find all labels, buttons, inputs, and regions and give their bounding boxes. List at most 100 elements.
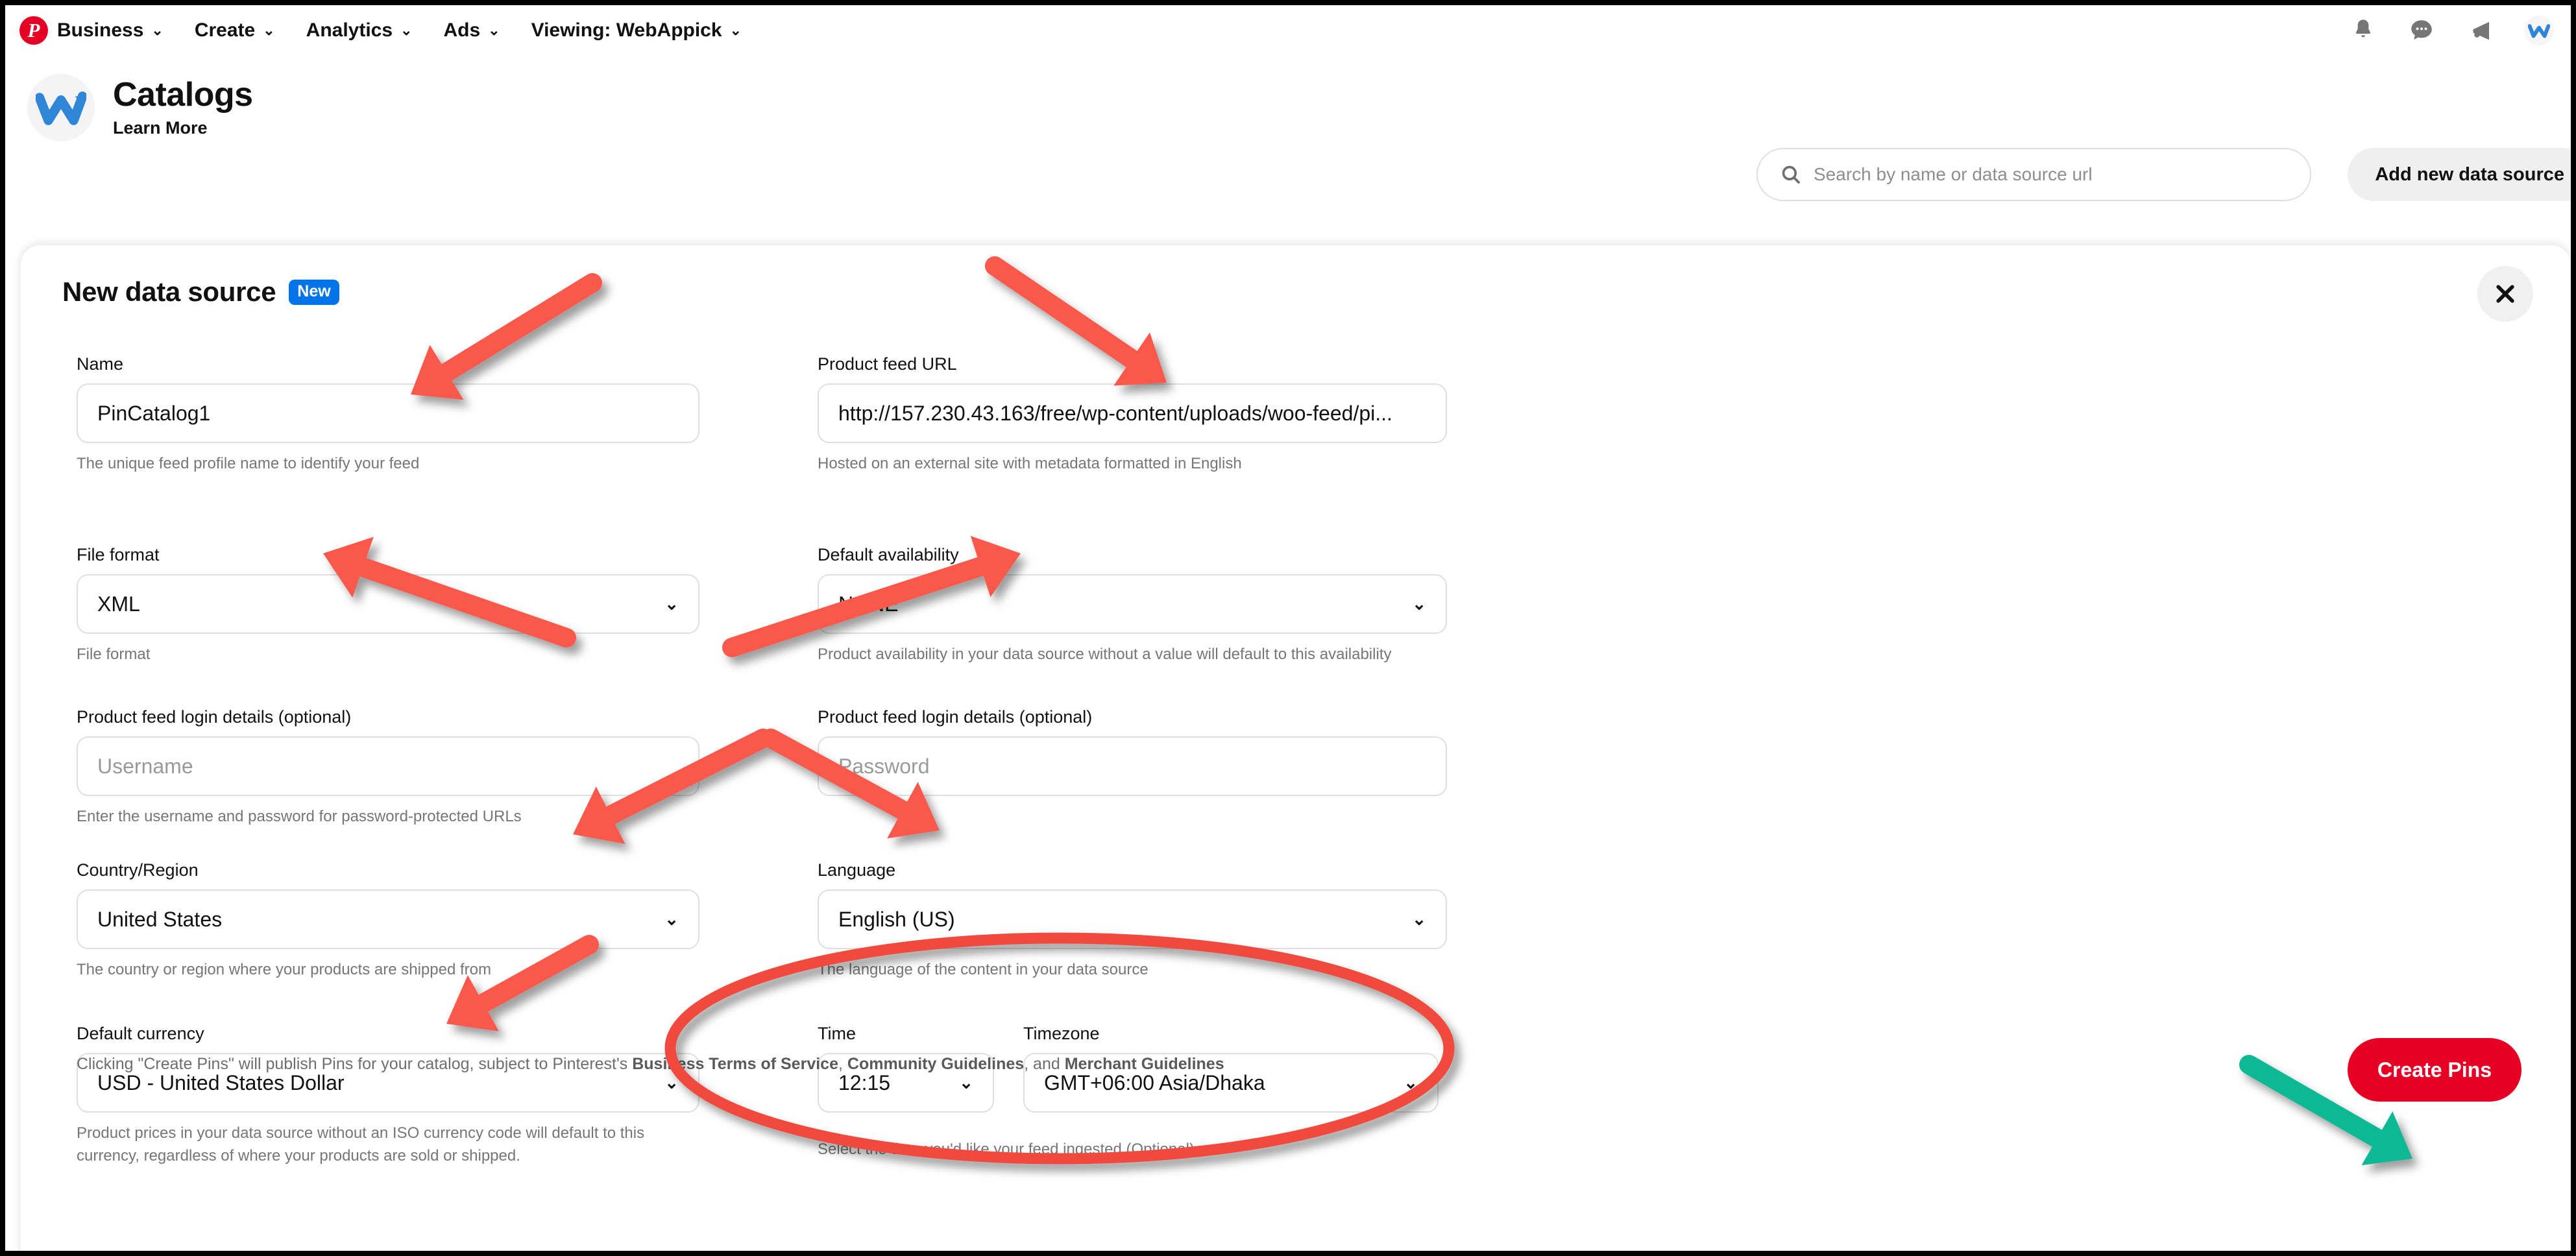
field-default-currency-help: Product prices in your data source witho… (77, 1124, 645, 1165)
nav-item-create-label: Create (194, 19, 256, 41)
field-default-availability-help: Product availability in your data source… (818, 646, 1392, 663)
bell-icon[interactable] (2349, 16, 2377, 45)
field-country-region-help: The country or region where your product… (77, 961, 491, 978)
nav-item-ads[interactable]: Ads ⌄ (443, 19, 500, 42)
field-default-availability: Default availability NONE ⌄ Product avai… (818, 545, 1447, 666)
nav-left-group: P Business ⌄ Create ⌄ Analytics ⌄ Ads ⌄ … (19, 16, 773, 45)
avatar[interactable] (2524, 16, 2554, 45)
add-new-data-source-label: Add new data source (2375, 163, 2564, 185)
nav-item-analytics-label: Analytics (306, 19, 393, 41)
chevron-down-icon: ⌄ (664, 1072, 679, 1093)
page-header: Catalogs Learn More Search by name or da… (5, 56, 2571, 201)
legal-separator-1: , (838, 1055, 847, 1073)
field-username-label: Product feed login details (optional) (77, 707, 352, 727)
chevron-down-icon: ⌄ (1412, 594, 1426, 614)
chevron-down-icon: ⌄ (729, 22, 742, 38)
username-input-placeholder: Username (97, 754, 193, 778)
field-language: Language English (US) ⌄ The language of … (818, 860, 1447, 982)
nav-item-viewing-account[interactable]: Viewing: WebAppick ⌄ (531, 19, 742, 42)
file-format-value: XML (97, 592, 140, 616)
learn-more-link[interactable]: Learn More (113, 118, 253, 138)
nav-item-ads-label: Ads (443, 19, 481, 41)
search-input-placeholder: Search by name or data source url (1814, 164, 2093, 184)
community-guidelines-link[interactable]: Community Guidelines (847, 1055, 1024, 1073)
timezone-value: GMT+06:00 Asia/Dhaka (1044, 1070, 1265, 1094)
panel-title: New data source (62, 276, 276, 307)
chevron-down-icon: ⌄ (488, 22, 500, 38)
feed-url-input-value: http://157.230.43.163/free/wp-content/up… (838, 401, 1392, 425)
name-input-value: PinCatalog1 (97, 401, 211, 425)
field-name-label: Name (77, 354, 124, 374)
time-value: 12:15 (838, 1070, 891, 1094)
default-availability-select[interactable]: NONE ⌄ (818, 574, 1447, 634)
field-file-format: File format XML ⌄ File format (77, 545, 699, 666)
default-availability-value: NONE (838, 592, 899, 616)
file-format-select[interactable]: XML ⌄ (77, 574, 699, 634)
field-file-format-help: File format (77, 646, 151, 663)
field-file-format-label: File format (77, 545, 160, 564)
legal-prefix: Clicking "Create Pins" will publish Pins… (77, 1055, 633, 1073)
search-input[interactable]: Search by name or data source url (1756, 148, 2311, 201)
business-terms-link[interactable]: Business Terms of Service (632, 1055, 838, 1073)
merchant-guidelines-link[interactable]: Merchant Guidelines (1065, 1055, 1224, 1073)
password-input[interactable]: Password (818, 736, 1447, 796)
chevron-down-icon: ⌄ (1412, 909, 1426, 929)
field-default-availability-label: Default availability (818, 545, 959, 564)
chevron-down-icon: ⌄ (1403, 1072, 1418, 1093)
default-currency-value: USD - United States Dollar (97, 1070, 345, 1094)
chevron-down-icon: ⌄ (664, 594, 679, 614)
create-pins-label: Create Pins (2377, 1057, 2492, 1081)
field-feed-url-help: Hosted on an external site with metadata… (818, 455, 1242, 472)
language-value: English (US) (838, 907, 955, 931)
browser-screenshot: P Business ⌄ Create ⌄ Analytics ⌄ Ads ⌄ … (0, 0, 2576, 1256)
country-region-value: United States (97, 907, 223, 931)
field-feed-url-label: Product feed URL (818, 354, 957, 374)
create-pins-button[interactable]: Create Pins (2347, 1038, 2521, 1102)
field-language-help: The language of the content in your data… (818, 961, 1148, 978)
brand-block: Catalogs Learn More (27, 74, 253, 141)
chevron-down-icon: ⌄ (959, 1072, 973, 1093)
chevron-down-icon: ⌄ (263, 22, 275, 38)
brand-text: Catalogs Learn More (113, 77, 253, 138)
field-name: Name PinCatalog1 The unique feed profile… (77, 354, 699, 476)
nav-item-analytics[interactable]: Analytics ⌄ (306, 19, 413, 42)
field-default-currency-label: Default currency (77, 1024, 204, 1043)
country-region-select[interactable]: United States ⌄ (77, 889, 699, 949)
field-username: Product feed login details (optional) Us… (77, 707, 699, 828)
megaphone-icon[interactable] (2466, 16, 2494, 45)
field-password: Product feed login details (optional) Pa… (818, 707, 1447, 796)
name-input[interactable]: PinCatalog1 (77, 383, 699, 443)
nav-item-business-label: Business (57, 19, 144, 41)
nav-item-viewing-label: Viewing: WebAppick (531, 19, 722, 41)
legal-separator-2: , and (1024, 1055, 1065, 1073)
username-input[interactable]: Username (77, 736, 699, 796)
panel-title-group: New data source New (62, 276, 339, 308)
field-default-currency: Default currency USD - United States Dol… (77, 1024, 699, 1168)
language-select[interactable]: English (US) ⌄ (818, 889, 1447, 949)
chevron-down-icon: ⌄ (664, 909, 679, 929)
field-time-label: Time (818, 1024, 856, 1043)
pinterest-logo-icon[interactable]: P (19, 16, 48, 45)
field-timezone-label: Timezone (1023, 1024, 1100, 1043)
nav-item-business[interactable]: Business ⌄ (57, 19, 164, 42)
new-data-source-panel: New data source New Name PinCatalog1 The… (21, 245, 2571, 1251)
feed-url-input[interactable]: http://157.230.43.163/free/wp-content/up… (818, 383, 1447, 443)
search-icon (1782, 165, 1800, 184)
password-input-placeholder: Password (838, 754, 930, 778)
legal-disclaimer: Clicking "Create Pins" will publish Pins… (77, 1055, 1224, 1074)
close-icon (2496, 285, 2514, 303)
chevron-down-icon: ⌄ (151, 22, 164, 38)
field-name-help: The unique feed profile name to identify… (77, 455, 420, 472)
top-navigation-bar: P Business ⌄ Create ⌄ Analytics ⌄ Ads ⌄ … (5, 5, 2571, 56)
chevron-down-icon: ⌄ (400, 22, 413, 38)
close-button[interactable] (2477, 266, 2533, 322)
field-password-label: Product feed login details (optional) (818, 707, 1093, 727)
brand-avatar (27, 74, 95, 141)
chat-icon[interactable] (2407, 16, 2436, 45)
field-country-region: Country/Region United States ⌄ The count… (77, 860, 699, 982)
schedule-help-text: Select the time you'd like your feed ing… (818, 1141, 1195, 1158)
field-feed-url: Product feed URL http://157.230.43.163/f… (818, 354, 1447, 476)
add-new-data-source-button[interactable]: Add new data source (2348, 148, 2571, 201)
page-title: Catalogs (113, 76, 253, 114)
nav-item-create[interactable]: Create ⌄ (195, 19, 275, 42)
